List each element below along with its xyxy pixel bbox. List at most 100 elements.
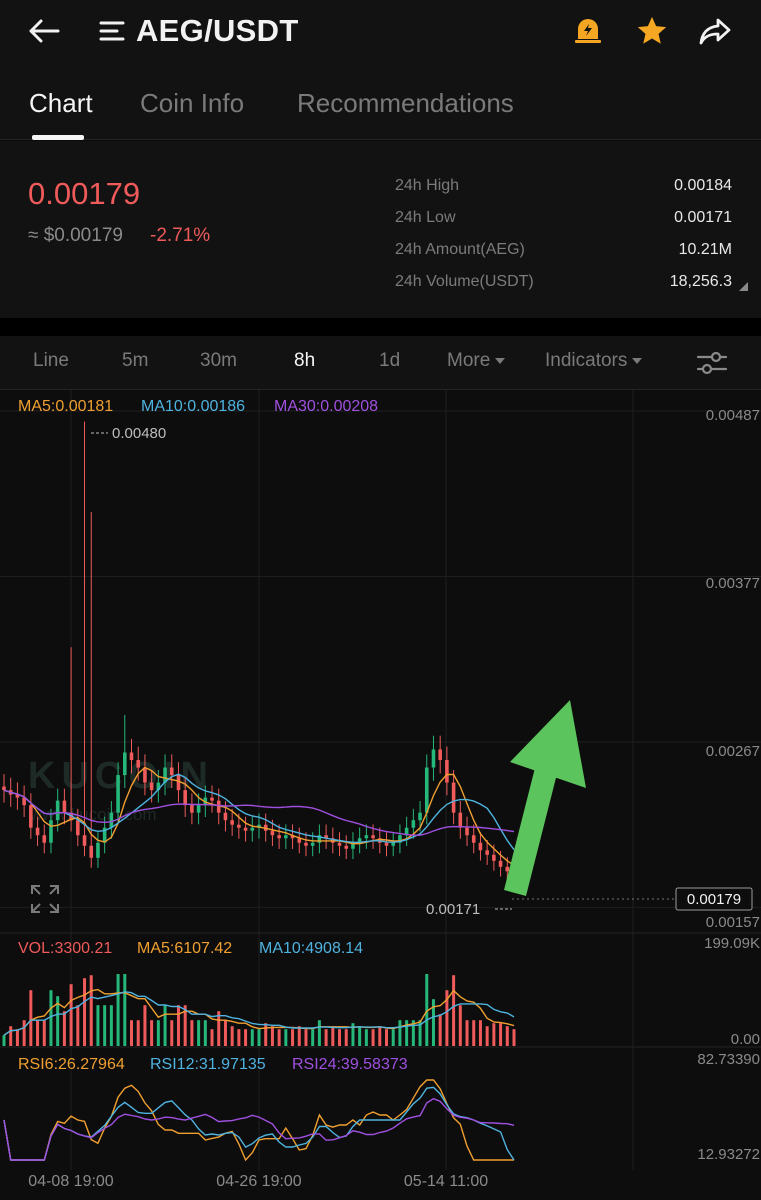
interval-5m[interactable]: 5m xyxy=(122,350,148,372)
volume-bar xyxy=(237,1029,241,1046)
candle-body xyxy=(371,835,375,839)
candle-body xyxy=(478,842,483,851)
x-tick-label: 04-26 19:00 xyxy=(216,1173,302,1190)
volume-bar xyxy=(83,978,87,1046)
volume-bar xyxy=(49,990,53,1046)
candle-body xyxy=(62,800,67,813)
candle-body xyxy=(82,835,87,846)
volume-bar xyxy=(62,1011,66,1046)
volume-bar xyxy=(371,1029,375,1046)
chart-settings-button[interactable] xyxy=(692,346,732,380)
candle-body xyxy=(243,827,248,831)
price-alert-button[interactable] xyxy=(568,12,608,50)
interval-1d[interactable]: 1d xyxy=(379,350,400,372)
active-tab-indicator xyxy=(32,135,84,140)
fiat-price: ≈ $0.00179 xyxy=(28,225,123,246)
tab-recommendations[interactable]: Recommendations xyxy=(297,88,514,119)
interval-line[interactable]: Line xyxy=(33,350,69,372)
volume-bar xyxy=(150,1020,154,1046)
volume-bar xyxy=(270,1026,274,1046)
tab-coin-info[interactable]: Coin Info xyxy=(140,88,244,119)
current-price-label: 0.00179 xyxy=(687,891,741,908)
volume-bar xyxy=(512,1029,516,1046)
volume-bar xyxy=(163,1005,167,1046)
kline-chart[interactable]: KUCOIN www.kucoin.com MA5:0.00181 MA10:0… xyxy=(0,390,761,1200)
volume-bar xyxy=(210,1029,214,1046)
candle-body xyxy=(29,805,33,828)
legend-ma10: MA10:0.00186 xyxy=(141,398,245,415)
volume-bar xyxy=(130,1020,133,1046)
star-icon xyxy=(637,16,667,44)
y-tick-label: 0.00267 xyxy=(706,743,760,760)
candle-body xyxy=(109,812,114,828)
candle-body xyxy=(122,752,127,776)
candle-body xyxy=(424,767,429,813)
legend-vol-ma5: MA5:6107.42 xyxy=(137,940,232,957)
volume-bar xyxy=(485,1026,489,1046)
candle-body xyxy=(55,800,60,821)
more-dropdown[interactable]: More xyxy=(447,350,506,372)
candle-body xyxy=(129,752,134,761)
candle-body xyxy=(277,835,281,839)
candle-body xyxy=(2,786,6,791)
volume-bar xyxy=(36,1020,40,1046)
y-tick-label: 0.00487 xyxy=(706,407,760,424)
stat-label-amount: 24h Amount(AEG) xyxy=(395,241,525,258)
volume-bar xyxy=(478,1020,482,1046)
volume-bar xyxy=(358,1026,362,1046)
fullscreen-icon[interactable] xyxy=(31,885,59,913)
candle-body xyxy=(384,842,389,846)
interval-8h[interactable]: 8h xyxy=(294,350,315,372)
interval-30m[interactable]: 30m xyxy=(200,350,237,372)
indicators-dropdown[interactable]: Indicators xyxy=(545,350,643,372)
x-tick-label: 04-08 19:00 xyxy=(28,1173,114,1190)
volume-bar xyxy=(398,1020,402,1046)
candle-body xyxy=(89,845,94,858)
candle-body xyxy=(337,842,342,846)
share-button[interactable] xyxy=(692,12,738,50)
volume-bar xyxy=(109,1005,113,1046)
candle-body xyxy=(270,830,275,836)
volume-bar xyxy=(472,1020,476,1046)
stat-label-low: 24h Low xyxy=(395,209,456,226)
legend-rsi12: RSI12:31.97135 xyxy=(150,1056,266,1073)
volume-bar xyxy=(223,1020,227,1046)
interval-bar: Line 5m 30m 8h 1d More Indicators xyxy=(0,336,761,390)
candle-body xyxy=(344,845,349,849)
expand-corner-icon[interactable] xyxy=(739,282,748,291)
stat-value-low: 0.00171 xyxy=(674,209,732,226)
candle-body xyxy=(438,749,442,761)
candle-body xyxy=(223,812,228,821)
kline-chart-canvas[interactable]: KUCOIN www.kucoin.com MA5:0.00181 MA10:0… xyxy=(0,390,761,1200)
legend-ma5: MA5:0.00181 xyxy=(18,398,113,415)
tab-chart[interactable]: Chart xyxy=(29,88,93,119)
candle-body xyxy=(230,820,234,825)
candle-body xyxy=(49,820,53,843)
candle-body xyxy=(492,854,496,861)
volume-bar xyxy=(29,990,33,1046)
back-button[interactable] xyxy=(22,12,66,50)
candle-body xyxy=(465,827,469,836)
section-divider xyxy=(0,318,761,336)
volume-bar xyxy=(170,1020,174,1046)
volume-bar xyxy=(324,1029,328,1046)
favorite-button[interactable] xyxy=(630,10,674,52)
volume-y-max: 199.09K xyxy=(704,935,760,952)
legend-vol-ma10: MA10:4908.14 xyxy=(259,940,363,957)
volume-bar xyxy=(69,984,73,1046)
candle-body xyxy=(196,805,201,813)
candle-body xyxy=(149,782,154,791)
volume-bar xyxy=(284,1029,288,1046)
x-tick-label: 05-14 11:00 xyxy=(404,1173,488,1190)
candle-body xyxy=(143,767,147,783)
volume-bar xyxy=(244,1029,248,1046)
candle-body xyxy=(169,767,174,776)
indicators-label: Indicators xyxy=(545,350,628,371)
candle-body xyxy=(42,835,47,843)
pair-title[interactable]: AEG/USDT xyxy=(136,12,299,50)
pair-menu-button[interactable] xyxy=(96,12,128,50)
main-tabs: Chart Coin Info Recommendations xyxy=(0,62,761,140)
volume-bar xyxy=(317,1020,321,1046)
stat-value-high: 0.00184 xyxy=(674,177,732,194)
volume-bar xyxy=(499,1023,503,1046)
